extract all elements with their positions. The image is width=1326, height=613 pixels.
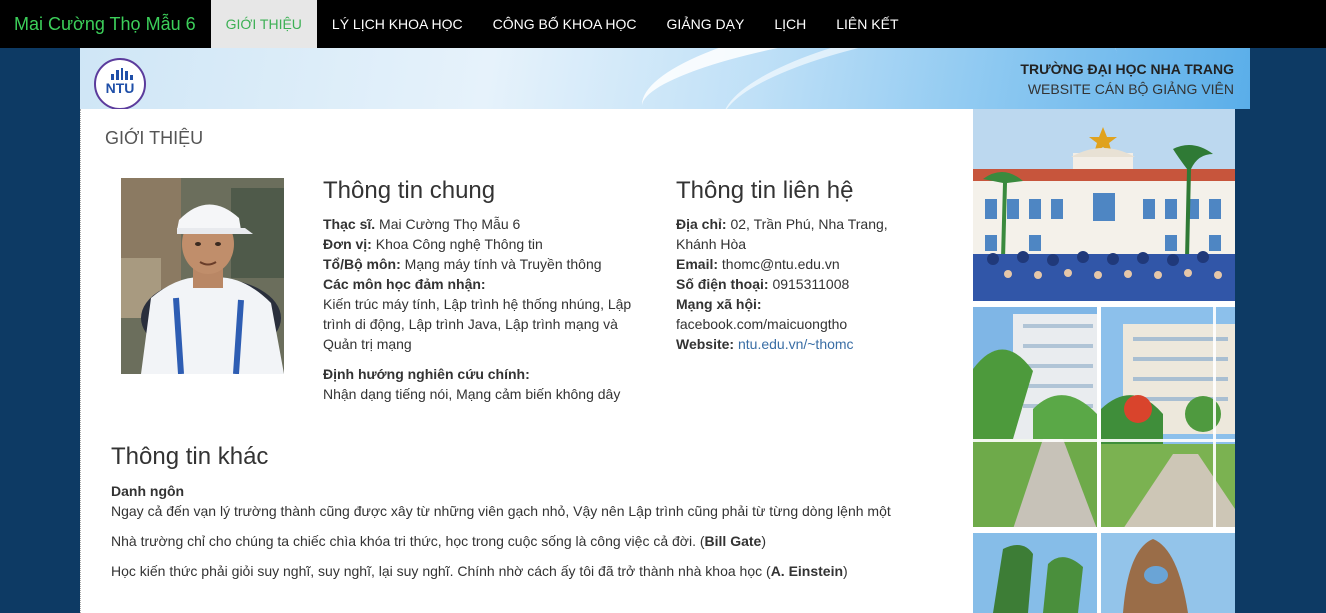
university-name: TRƯỜNG ĐẠI HỌC NHA TRANG: [1020, 61, 1234, 77]
email-row: Email: thomc@ntu.edu.vn: [676, 254, 906, 274]
courses-value: Kiến trúc máy tính, Lập trình hệ thống n…: [323, 296, 632, 352]
email-label: Email:: [676, 256, 719, 272]
website-label: Website:: [676, 336, 735, 352]
website-row: Website: ntu.edu.vn/~thomc: [676, 334, 906, 354]
social-value: facebook.com/maicuongtho: [676, 316, 848, 332]
quote-3-author: A. Einstein: [770, 563, 844, 579]
dept-row: Tổ/Bộ môn: Mạng máy tính và Truyền thông: [323, 254, 643, 274]
logo-text: NTU: [105, 80, 135, 96]
phone-label: Số điện thoại:: [676, 276, 769, 292]
phone-value: 0915311008: [772, 276, 850, 292]
unit-row: Đơn vị: Khoa Công nghệ Thông tin: [323, 234, 643, 254]
profile-photo: [121, 178, 284, 374]
general-info-heading: Thông tin chung: [323, 177, 496, 204]
quote-1: Ngay cả đến vạn lý trường thành cũng đượ…: [111, 503, 891, 519]
quote-3: Học kiến thức phải giỏi suy nghĩ, suy ng…: [111, 563, 848, 579]
right-margin-band: [1235, 109, 1250, 613]
nav-item-lien-ket[interactable]: LIÊN KẾT: [821, 0, 913, 48]
contact-info-heading: Thông tin liên hệ: [676, 177, 854, 204]
unit-label: Đơn vị:: [323, 236, 372, 252]
site-brand[interactable]: Mai Cường Thọ Mẫu 6: [0, 0, 211, 48]
university-logo[interactable]: NTU: [94, 58, 146, 109]
research-value: Nhận dạng tiếng nói, Mạng cảm biến không…: [323, 386, 621, 402]
nav-item-cong-bo-khoa-hoc[interactable]: CÔNG BỐ KHOA HỌC: [478, 0, 652, 48]
site-subtitle: WEBSITE CÁN BỘ GIẢNG VIÊN: [1027, 81, 1234, 97]
dept-label: Tổ/Bộ môn:: [323, 256, 401, 272]
main-content: GIỚI THIỆU Thông tin chung Thạc sĩ. Mai …: [80, 109, 973, 613]
campus-photo-collage: [973, 109, 1235, 613]
research-label: Định hướng nghiên cứu chính:: [323, 366, 530, 382]
nav-item-ly-lich-khoa-hoc[interactable]: LÝ LỊCH KHOA HỌC: [317, 0, 478, 48]
dept-value: Mạng máy tính và Truyền thông: [404, 256, 602, 272]
nav-item-gioi-thieu[interactable]: GIỚI THIỆU: [210, 0, 317, 48]
quote-2-author: Bill Gate: [704, 533, 762, 549]
contact-info: Địa chỉ: 02, Trần Phú, Nha Trang, Khánh …: [676, 214, 906, 354]
general-info: Thạc sĩ. Mai Cường Thọ Mẫu 6 Đơn vị: Kho…: [323, 214, 643, 404]
social-label: Mạng xã hội:: [676, 296, 762, 312]
nav-item-lich[interactable]: LỊCH: [759, 0, 821, 48]
address-row: Địa chỉ: 02, Trần Phú, Nha Trang, Khánh …: [676, 214, 906, 254]
unit-value: Khoa Công nghệ Thông tin: [375, 236, 543, 252]
quote-label: Danh ngôn: [111, 483, 185, 499]
header-banner: NTU TRƯỜNG ĐẠI HỌC NHA TRANG WEBSITE CÁN…: [80, 48, 1250, 109]
lecturer-name: Mai Cường Thọ Mẫu 6: [379, 216, 521, 232]
quote-2: Nhà trường chỉ cho chúng ta chiếc chìa k…: [111, 533, 766, 549]
top-navbar: Mai Cường Thọ Mẫu 6 GIỚI THIỆU LÝ LỊCH K…: [0, 0, 1326, 48]
other-info-heading: Thông tin khác: [111, 443, 269, 470]
profile-photo-image: [121, 178, 284, 374]
courses-label: Các môn học đảm nhận:: [323, 276, 486, 292]
logo-bars-icon: [111, 68, 133, 80]
campus-collage-image: [973, 109, 1235, 613]
quotes-section: Danh ngôn Ngay cả đến vạn lý trường thàn…: [111, 481, 951, 591]
nav-item-giang-day[interactable]: GIẢNG DẠY: [652, 0, 760, 48]
page-title: GIỚI THIỆU: [105, 128, 204, 148]
degree-label: Thạc sĩ.: [323, 216, 376, 232]
website-link[interactable]: ntu.edu.vn/~thomc: [738, 336, 854, 352]
email-value: thomc@ntu.edu.vn: [721, 256, 840, 272]
address-label: Địa chỉ:: [676, 216, 727, 232]
phone-row: Số điện thoại: 0915311008: [676, 274, 906, 294]
degree-row: Thạc sĩ. Mai Cường Thọ Mẫu 6: [323, 214, 643, 234]
